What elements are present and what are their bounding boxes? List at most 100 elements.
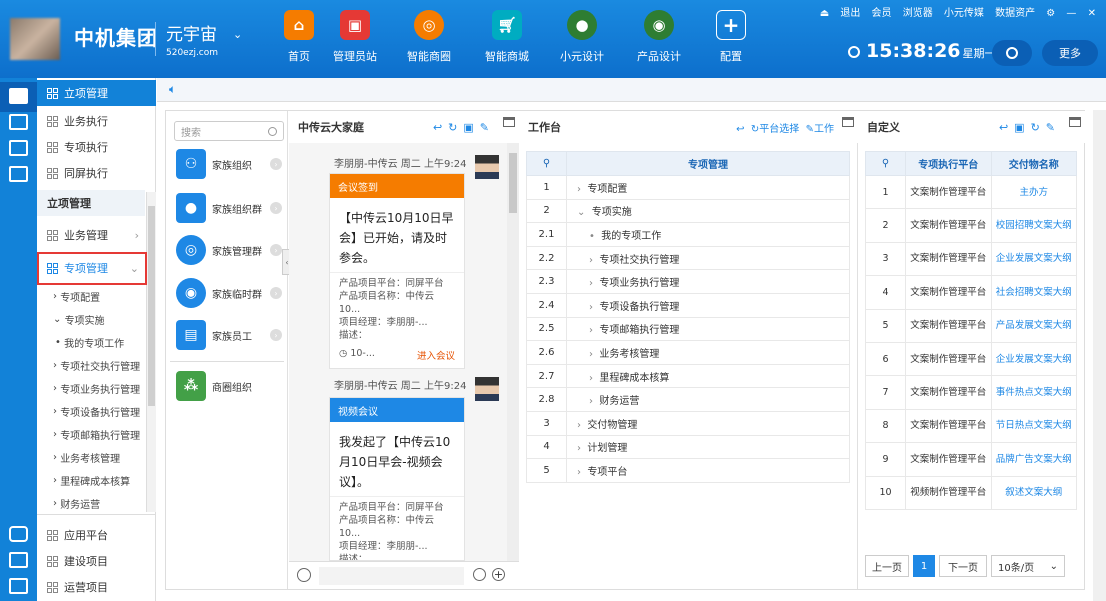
page-size-select[interactable]: 10条/页 ⌄	[991, 555, 1065, 577]
table-row[interactable]: 3 文案制作管理平台 企业发展文案大纲	[865, 241, 1077, 277]
settings-gear-icon[interactable]: ⚙	[1046, 8, 1055, 19]
table-row[interactable]: 2 文案制作管理平台 校园招聘文案大纲	[865, 208, 1077, 243]
page-button[interactable]: 1	[913, 555, 935, 577]
table-row[interactable]: 1 › 专项配置	[526, 175, 850, 200]
row-label[interactable]: › 专项邮箱执行管理	[566, 316, 850, 342]
row-label[interactable]: › 计划管理	[566, 434, 850, 460]
link-browser[interactable]: 浏览器	[903, 8, 933, 19]
maximize-icon[interactable]	[1069, 117, 1081, 127]
subitem-assessment[interactable]: › 业务考核管理	[37, 446, 145, 468]
search-icon[interactable]	[473, 568, 486, 581]
table-row[interactable]: 2.2 › 专项社交执行管理	[526, 245, 850, 271]
subitem-social-exec[interactable]: › 专项社交执行管理	[37, 354, 145, 376]
briefcase-icon[interactable]	[9, 88, 28, 104]
join-meeting-link[interactable]: 进入会议	[417, 348, 455, 362]
row-deliverable-link[interactable]: 事件热点文案大纲	[990, 375, 1077, 410]
eject-icon[interactable]: ⏏	[820, 8, 829, 19]
subitem-business-exec[interactable]: › 专项业务执行管理	[37, 377, 145, 399]
scroll-thumb[interactable]	[509, 153, 517, 213]
cube-icon[interactable]	[9, 526, 28, 542]
speaker-icon[interactable]: 🔈︎	[169, 82, 176, 97]
group-item[interactable]: ⚇ 家族组织 ›	[176, 147, 286, 181]
link-logout[interactable]: 退出	[840, 8, 860, 19]
maximize-icon[interactable]	[503, 117, 515, 127]
row-label[interactable]: › 业务考核管理	[566, 340, 850, 365]
sidebar-item-business-mgmt[interactable]: 业务管理 ›	[37, 222, 145, 248]
row-label[interactable]: › 专项平台	[566, 458, 850, 483]
row-label[interactable]: › 专项社交执行管理	[566, 245, 850, 271]
row-deliverable-link[interactable]: 节日热点文案大纲	[990, 408, 1077, 444]
chat-input[interactable]	[319, 567, 464, 585]
row-deliverable-link[interactable]: 企业发展文案大纲	[990, 241, 1077, 277]
nav-product-design[interactable]: ◉ 产品设计	[628, 10, 690, 64]
row-deliverable-link[interactable]: 叙述文案大纲	[990, 475, 1077, 510]
more-button[interactable]: 更多	[1042, 40, 1098, 66]
row-label[interactable]: › 专项业务执行管理	[566, 269, 850, 294]
table-row[interactable]: 4 文案制作管理平台 社会招聘文案大纲	[865, 275, 1077, 310]
group-item[interactable]: ▤ 家族员工 ›	[176, 318, 286, 352]
row-deliverable-link[interactable]: 社会招聘文案大纲	[990, 275, 1077, 310]
row-toggle-icon[interactable]: ›	[577, 467, 581, 478]
table-row[interactable]: 3 › 交付物管理	[526, 410, 850, 436]
row-toggle-icon[interactable]: •	[589, 231, 595, 242]
table-row[interactable]: 2 ⌄ 专项实施	[526, 198, 850, 224]
row-label[interactable]: ⌄ 专项实施	[566, 198, 850, 224]
link-member[interactable]: 会员	[872, 8, 892, 19]
table-row[interactable]: 5 文案制作管理平台 产品发展文案大纲	[865, 308, 1077, 343]
link-data-assets[interactable]: 数据资产	[995, 8, 1035, 19]
table-row[interactable]: 2.5 › 专项邮箱执行管理	[526, 316, 850, 342]
group-item[interactable]: ● 家族组织群 ›	[176, 191, 286, 225]
table-row[interactable]: 1 文案制作管理平台 主办方	[865, 174, 1077, 210]
row-toggle-icon[interactable]: ⌄	[577, 207, 585, 218]
sidebar-item-operation[interactable]: 运营项目	[37, 574, 156, 600]
nav-xiaoyuan-design[interactable]: ● 小元设计	[551, 10, 613, 64]
row-toggle-icon[interactable]: ›	[589, 373, 593, 384]
table-row[interactable]: 10 视频制作管理平台 叙述文案大纲	[865, 475, 1077, 510]
row-deliverable-link[interactable]: 校园招聘文案大纲	[990, 208, 1077, 243]
search-icon[interactable]: ⚲	[526, 151, 567, 176]
row-deliverable-link[interactable]: 主办方	[990, 174, 1077, 210]
row-toggle-icon[interactable]: ›	[577, 443, 581, 454]
prev-page-button[interactable]: 上一页	[865, 555, 909, 577]
back-icon[interactable]: ↩	[736, 124, 751, 135]
table-row[interactable]: 6 文案制作管理平台 企业发展文案大纲	[865, 341, 1077, 377]
layers-icon[interactable]	[9, 552, 28, 568]
row-toggle-icon[interactable]: ›	[589, 396, 593, 407]
group-search-input[interactable]: 搜索	[174, 121, 284, 141]
nav-home[interactable]: ⌂ 首页	[268, 10, 330, 64]
page-scrollbar[interactable]	[1093, 110, 1106, 601]
chat-tools[interactable]: ↩↻▣✎	[433, 121, 495, 134]
row-toggle-icon[interactable]: ›	[589, 255, 593, 266]
table-row[interactable]: 2.4 › 专项设备执行管理	[526, 292, 850, 318]
subitem-finance[interactable]: › 财务运营	[37, 492, 145, 514]
meeting-card[interactable]: 会议签到 【中传云10月10日早会】已开始，请及时参会。 产品项目平台：同屏平台…	[329, 173, 465, 369]
subitem-device-exec[interactable]: › 专项设备执行管理	[37, 400, 145, 422]
next-page-button[interactable]: 下一页	[939, 555, 987, 577]
table-row[interactable]: 5 › 专项平台	[526, 458, 850, 483]
nav-smart-circle[interactable]: ◎ 智能商圈	[398, 10, 460, 64]
sidebar-scrollbar[interactable]	[146, 192, 156, 512]
table-row[interactable]: 4 › 计划管理	[526, 434, 850, 460]
row-toggle-icon[interactable]: ›	[589, 349, 593, 360]
nav-admin[interactable]: ▣ 管理员站	[324, 10, 386, 64]
group-item[interactable]: ◎ 家族管理群 ›	[176, 233, 286, 267]
user-avatar[interactable]	[10, 18, 60, 60]
subitem-mail-exec[interactable]: › 专项邮箱执行管理	[37, 423, 145, 445]
table-row[interactable]: 2.7 › 里程碑成本核算	[526, 363, 850, 389]
scroll-thumb[interactable]	[148, 206, 155, 406]
maximize-icon[interactable]	[842, 117, 854, 127]
row-label[interactable]: › 里程碑成本核算	[566, 363, 850, 389]
table-row[interactable]: 2.8 › 财务运营	[526, 387, 850, 412]
metaverse-title[interactable]: 元宇宙	[166, 20, 217, 45]
nav-smart-mall[interactable]: 🛒︎ 智能商城	[476, 10, 538, 64]
row-deliverable-link[interactable]: 品牌广告文案大纲	[990, 442, 1077, 477]
subitem-special-implement[interactable]: ⌄ 专项实施	[37, 308, 145, 330]
sidebar-item-special-exec[interactable]: 专项执行	[37, 134, 156, 160]
subitem-my-work[interactable]: • 我的专项工作	[37, 331, 145, 353]
table-row[interactable]: 2.3 › 专项业务执行管理	[526, 269, 850, 294]
document-icon[interactable]	[9, 114, 28, 130]
subitem-special-config[interactable]: › 专项配置	[37, 285, 145, 307]
sidebar-item-business-exec[interactable]: 业务执行	[37, 108, 156, 134]
sidebar-item-app-platform[interactable]: 应用平台	[37, 522, 156, 548]
search-icon[interactable]: ⚲	[865, 151, 906, 176]
